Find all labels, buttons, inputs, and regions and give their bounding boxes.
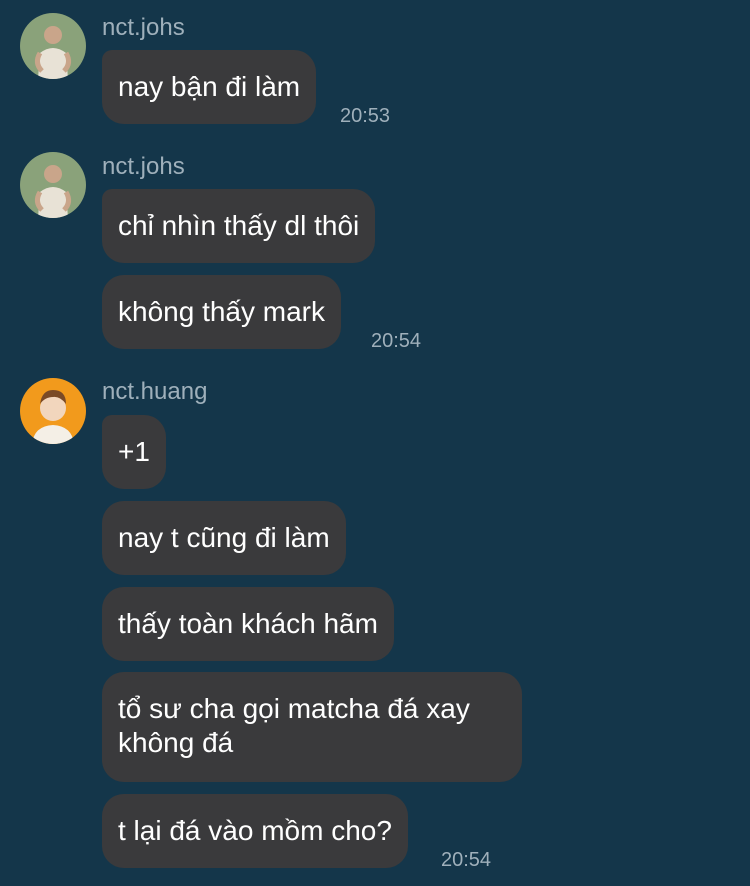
message-line: tổ sư cha gọi matcha đá xay xyxy=(118,693,470,724)
message-bubble[interactable]: chỉ nhìn thấy dl thôi xyxy=(102,189,376,263)
avatar[interactable] xyxy=(20,378,86,444)
sender-name: nct.huang xyxy=(102,378,208,405)
message-bubble[interactable]: t lại đá vào mồm cho? xyxy=(102,794,408,868)
message-bubble[interactable]: không thấy mark xyxy=(102,275,341,349)
message-bubble[interactable]: nay bận đi làm xyxy=(102,50,317,124)
avatar[interactable] xyxy=(20,13,86,79)
sender-name: nct.johs xyxy=(102,153,185,180)
message-bubble[interactable]: tổ sư cha gọi matcha đá xay không đá xyxy=(102,672,522,782)
sender-name: nct.johs xyxy=(102,14,185,41)
message-bubble[interactable]: thấy toàn khách hãm xyxy=(102,587,394,661)
message-timestamp: 20:53 xyxy=(340,105,391,127)
message-timestamp: 20:54 xyxy=(441,849,492,871)
message-bubble[interactable]: +1 xyxy=(102,415,166,489)
message-line: không đá xyxy=(118,727,234,758)
person-photo-icon xyxy=(20,378,86,444)
person-photo-icon xyxy=(20,152,86,218)
person-photo-icon xyxy=(20,13,86,79)
message-bubble[interactable]: nay t cũng đi làm xyxy=(102,501,346,575)
message-timestamp: 20:54 xyxy=(371,330,422,352)
avatar[interactable] xyxy=(20,152,86,218)
